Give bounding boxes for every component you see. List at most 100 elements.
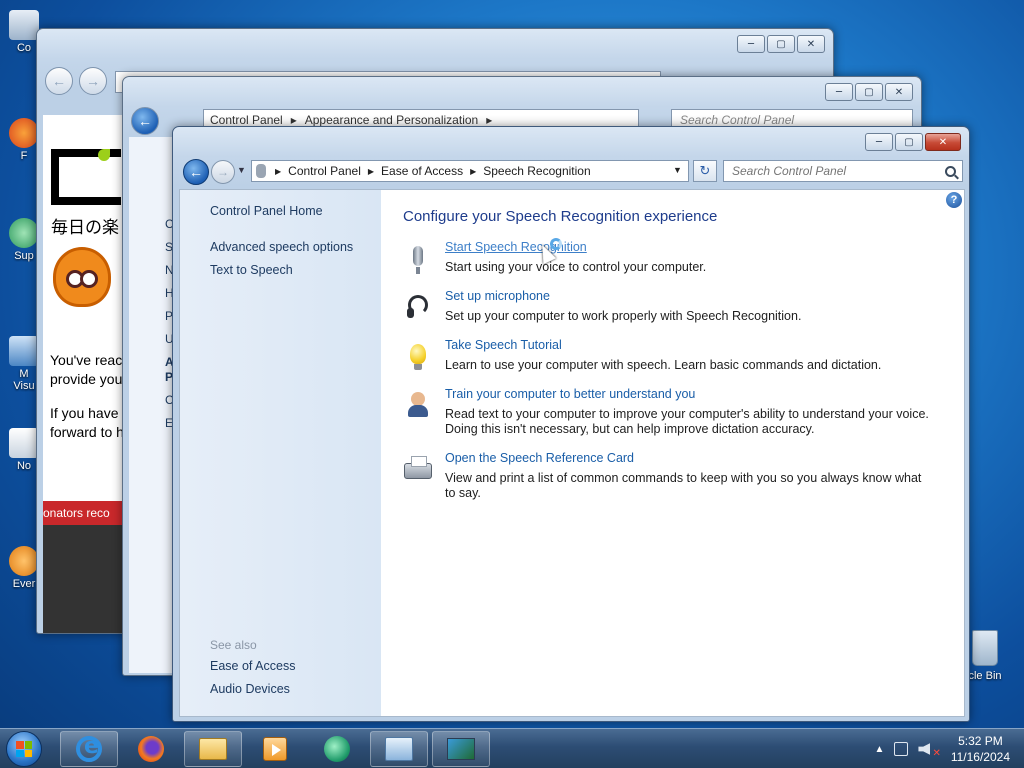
start-speech-recognition-link[interactable]: Start Speech Recognition	[445, 240, 587, 254]
see-also-heading: See also	[210, 638, 257, 652]
speech-recognition-window[interactable]: ─ ▢ ✕ ← → ▼ ▶ Control Panel ▶ Ease of Ac…	[172, 126, 970, 722]
chevron-right-icon: ▶	[367, 166, 375, 176]
task-description: Read text to your computer to improve yo…	[445, 407, 929, 436]
breadcrumb-item[interactable]: Appearance and Personalization	[305, 113, 478, 127]
task-description: Set up your computer to work properly wi…	[445, 309, 802, 323]
printer-icon	[403, 455, 433, 487]
muted-icon: ✕	[932, 747, 941, 759]
minimize-button[interactable]: ─	[865, 133, 893, 151]
ease-of-access-link[interactable]: Ease of Access	[210, 659, 295, 673]
mascot-icon	[53, 247, 111, 307]
lightbulb-icon	[403, 338, 433, 370]
taskbar-app[interactable]	[308, 731, 366, 767]
refresh-icon: ↻	[699, 163, 711, 178]
control-panel-home-link[interactable]: Control Panel Home	[210, 204, 323, 218]
left-pane: Control Panel Home Advanced speech optio…	[180, 190, 381, 716]
search-box[interactable]	[723, 160, 963, 182]
taskbar-control-panel-2[interactable]	[432, 731, 490, 767]
start-button[interactable]	[6, 731, 42, 767]
setup-microphone-link[interactable]: Set up microphone	[445, 289, 550, 303]
browser-nav: ← →	[45, 67, 107, 95]
back-button[interactable]: ←	[183, 159, 209, 185]
person-icon	[403, 387, 433, 419]
taskbar: ▲ ✕ 5:32 PM 11/16/2024	[0, 728, 1024, 768]
forward-button[interactable]: →	[79, 67, 107, 95]
train-computer-link[interactable]: Train your computer to better understand…	[445, 387, 695, 401]
window-controls: ─ ▢ ✕	[825, 83, 913, 101]
back-arrow-icon: ←	[131, 107, 159, 135]
clock-date: 11/16/2024	[950, 750, 1010, 764]
content-pane: ? Configure your Speech Recognition expe…	[381, 190, 964, 716]
forward-button[interactable]: →	[211, 160, 235, 184]
back-button[interactable]: ←	[131, 107, 159, 135]
breadcrumb-speech-recognition[interactable]: Speech Recognition	[483, 164, 590, 178]
speech-tutorial-link[interactable]: Take Speech Tutorial	[445, 338, 562, 352]
taskbar-media-player[interactable]	[246, 731, 304, 767]
personalization-icon	[447, 738, 475, 760]
show-hidden-icons-button[interactable]: ▲	[875, 744, 885, 755]
breadcrumb-control-panel[interactable]: Control Panel	[288, 164, 361, 178]
notepad-icon	[9, 428, 39, 458]
refresh-button[interactable]: ↻	[693, 160, 717, 182]
site-logo-icon	[51, 149, 121, 205]
visual-studio-icon	[9, 336, 39, 366]
app-icon	[324, 736, 350, 762]
close-button[interactable]: ✕	[797, 35, 825, 53]
maximize-button[interactable]: ▢	[855, 83, 883, 101]
page-title: Configure your Speech Recognition experi…	[403, 208, 718, 225]
back-button[interactable]: ←	[45, 67, 73, 95]
minimize-button[interactable]: ─	[825, 83, 853, 101]
dark-panel	[43, 525, 123, 633]
breadcrumb-item[interactable]: Control Panel	[210, 113, 283, 127]
search-input[interactable]	[732, 164, 922, 178]
navigation-toolbar: ← → ▼ ▶ Control Panel ▶ Ease of Access ▶…	[173, 155, 969, 189]
logo-leaf-icon	[98, 149, 110, 161]
recent-pages-dropdown[interactable]: ▼	[237, 165, 246, 175]
control-panel-icon	[385, 737, 413, 761]
address-bar[interactable]: ▶ Control Panel ▶ Ease of Access ▶ Speec…	[251, 160, 689, 182]
audio-devices-link[interactable]: Audio Devices	[210, 682, 290, 696]
chevron-right-icon: ▸	[486, 113, 493, 127]
task-description: View and print a list of common commands…	[445, 471, 922, 500]
intro-line: provide your	[50, 371, 128, 387]
window-body: Control Panel Home Advanced speech optio…	[179, 189, 965, 717]
window-controls: ─ ▢ ✕	[865, 133, 961, 151]
chevron-right-icon: ▶	[470, 166, 477, 176]
chevron-right-icon: ▸	[290, 113, 297, 127]
network-icon[interactable]	[894, 742, 909, 756]
clock[interactable]: 5:32 PM 11/16/2024	[951, 733, 1010, 765]
close-button[interactable]: ✕	[925, 133, 961, 151]
recycle-bin-label: cle Bin	[968, 670, 1002, 682]
close-button[interactable]: ✕	[885, 83, 913, 101]
firefox-icon	[138, 736, 164, 762]
task-description: Start using your voice to control your c…	[445, 260, 707, 274]
recycle-bin-icon	[972, 630, 998, 666]
maximize-button[interactable]: ▢	[767, 35, 795, 53]
breadcrumb-ease-of-access[interactable]: Ease of Access	[381, 164, 463, 178]
maximize-button[interactable]: ▢	[895, 133, 923, 151]
advanced-speech-options-link[interactable]: Advanced speech options	[210, 240, 353, 254]
internet-explorer-icon	[76, 734, 102, 762]
taskbar-file-explorer[interactable]	[184, 731, 242, 767]
speech-reference-card-link[interactable]: Open the Speech Reference Card	[445, 451, 634, 465]
minimize-button[interactable]: ─	[737, 35, 765, 53]
taskbar-control-panel[interactable]	[370, 731, 428, 767]
taskbar-internet-explorer[interactable]	[60, 731, 118, 767]
headset-icon	[403, 289, 433, 321]
microphone-icon	[403, 240, 433, 274]
intro-line: You've reac	[50, 352, 123, 368]
volume-icon[interactable]	[918, 743, 931, 755]
text-to-speech-link[interactable]: Text to Speech	[210, 263, 293, 277]
intro-line: If you have a	[50, 405, 131, 421]
address-dropdown[interactable]: ▼	[673, 165, 682, 175]
clock-time: 5:32 PM	[958, 734, 1003, 748]
donators-banner: onators reco	[43, 501, 123, 525]
everything-icon	[9, 546, 39, 576]
firefox-icon	[9, 118, 39, 148]
search-icon[interactable]	[945, 165, 956, 177]
task-description: Learn to use your computer with speech. …	[445, 358, 882, 372]
taskbar-firefox[interactable]	[122, 731, 180, 767]
intro-line: forward to h	[50, 424, 124, 440]
folder-icon	[199, 738, 227, 760]
help-icon[interactable]: ?	[946, 192, 962, 208]
